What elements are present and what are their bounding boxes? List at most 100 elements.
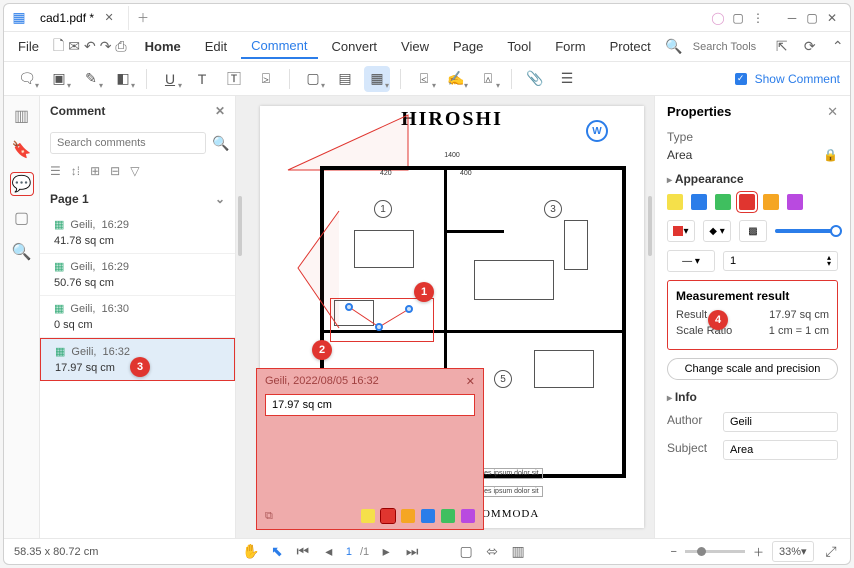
menu-convert[interactable]: Convert — [322, 35, 388, 58]
underline-tool[interactable]: U▾ — [157, 66, 183, 92]
add-tab-button[interactable]: ＋ — [129, 9, 157, 26]
popup-copy-icon[interactable]: ⧉ — [265, 510, 273, 523]
line-width-input[interactable]: 1▴▾ — [723, 251, 838, 271]
mail-icon[interactable]: ✉ — [68, 38, 80, 56]
swatch-yellow[interactable] — [667, 194, 683, 210]
menu-file[interactable]: File — [8, 35, 49, 58]
author-input[interactable]: Geili — [723, 412, 838, 432]
opacity-slider[interactable] — [775, 229, 838, 233]
highlight-tool[interactable]: ▣▾ — [46, 66, 72, 92]
filter-expand-icon[interactable]: ⊞ — [90, 164, 100, 178]
maximize-icon[interactable]: ▢ — [804, 11, 820, 25]
measure-selection[interactable] — [330, 298, 434, 342]
sync-icon[interactable]: ▢ — [730, 11, 746, 25]
thumbnails-icon[interactable]: ▥ — [10, 104, 34, 128]
filter-sort-icon[interactable]: ↕⁞ — [71, 164, 80, 178]
share-icon[interactable]: ⇱ — [773, 38, 791, 56]
eraser-tool[interactable]: ◧▾ — [110, 66, 136, 92]
first-page-icon[interactable]: ⏮ — [294, 543, 312, 561]
popup-swatch-blue[interactable] — [421, 509, 435, 523]
bookmarks-icon[interactable]: 🔖 — [10, 138, 34, 162]
stamp-tool[interactable]: ▤ — [332, 66, 358, 92]
swatch-blue[interactable] — [691, 194, 707, 210]
collapse-icon[interactable]: ⌃ — [829, 38, 847, 56]
sign-tool[interactable]: ✍▾ — [443, 66, 469, 92]
save-icon[interactable]: 🗋 — [53, 38, 64, 56]
note-tool[interactable]: 🗨▾ — [14, 66, 40, 92]
next-page-icon[interactable]: ▸ — [377, 543, 395, 561]
fit-width-icon[interactable]: ⬄ — [483, 543, 501, 561]
prop-appearance-section[interactable]: Appearance — [667, 172, 838, 186]
cloud-icon[interactable]: ◯ — [710, 11, 726, 25]
page-rail-icon[interactable]: ▢ — [10, 206, 34, 230]
search-tools-input[interactable] — [693, 41, 763, 53]
menu-form[interactable]: Form — [545, 35, 595, 58]
swatch-red[interactable] — [739, 194, 755, 210]
popup-close-icon[interactable]: ✕ — [466, 375, 475, 388]
search-rail-icon[interactable]: 🔍 — [10, 240, 34, 264]
comment-search-icon[interactable]: 🔍 — [212, 134, 229, 152]
properties-close-icon[interactable]: ✕ — [827, 104, 838, 120]
upload-icon[interactable]: ⟳ — [801, 38, 819, 56]
zoom-in-icon[interactable]: ＋ — [753, 544, 764, 560]
list-tool[interactable]: ☰ — [554, 66, 580, 92]
fullscreen-icon[interactable]: ⤢ — [822, 543, 840, 561]
zoom-slider[interactable] — [685, 550, 745, 553]
popup-swatch-yellow[interactable] — [361, 509, 375, 523]
last-page-icon[interactable]: ⏭ — [403, 543, 421, 561]
print-icon[interactable]: ⎙ — [115, 38, 126, 56]
change-scale-button[interactable]: Change scale and precision — [667, 358, 838, 380]
textbox-tool[interactable]: 🅃 — [221, 66, 247, 92]
close-window-icon[interactable]: ✕ — [824, 11, 840, 25]
comment-item[interactable]: ▦Geili,16:30 0 sq cm — [40, 296, 235, 338]
page-current[interactable]: 1 — [346, 546, 352, 558]
annotation-popup[interactable]: Geili, 2022/08/05 16:32 ✕ 17.97 sq cm ⧉ — [256, 368, 484, 530]
comment-item[interactable]: ▦Geili,16:29 50.76 sq cm — [40, 254, 235, 296]
lock-icon[interactable]: 🔒 — [823, 148, 838, 162]
line-style-drop[interactable]: — ▾ — [667, 250, 715, 272]
zoom-out-icon[interactable]: − — [671, 546, 677, 558]
swatch-purple[interactable] — [787, 194, 803, 210]
undo-icon[interactable]: ↶ — [84, 38, 96, 56]
stroke-color-drop[interactable]: ▾ — [667, 220, 695, 242]
pencil-tool[interactable]: ✎▾ — [78, 66, 104, 92]
hand-tool-icon[interactable]: ✋ — [242, 543, 260, 561]
menu-home[interactable]: Home — [135, 35, 191, 58]
subject-input[interactable]: Area — [723, 440, 838, 460]
select-tool-icon[interactable]: ⬉ — [268, 543, 286, 561]
filter-funnel-icon[interactable]: ▽ — [130, 164, 139, 178]
word-badge-icon[interactable]: W — [586, 120, 608, 142]
fill-color-drop[interactable]: ◆ ▾ — [703, 220, 731, 242]
layout-icon[interactable]: ▥ — [509, 543, 527, 561]
menu-edit[interactable]: Edit — [195, 35, 237, 58]
callout-tool[interactable]: ⍄ — [253, 66, 279, 92]
prev-page-icon[interactable]: ◂ — [320, 543, 338, 561]
menu-view[interactable]: View — [391, 35, 439, 58]
popup-value-input[interactable]: 17.97 sq cm — [265, 394, 475, 416]
measure-tool[interactable]: ▦▾ — [364, 66, 390, 92]
popup-swatch-red[interactable] — [381, 509, 395, 523]
comment-search-input[interactable] — [50, 132, 206, 154]
swatch-orange[interactable] — [763, 194, 779, 210]
menu-protect[interactable]: Protect — [600, 35, 661, 58]
menu-page[interactable]: Page — [443, 35, 493, 58]
redo-icon[interactable]: ↷ — [100, 38, 112, 56]
fit-page-icon[interactable]: ▢ — [457, 543, 475, 561]
minimize-icon[interactable]: ─ — [784, 11, 800, 25]
comment-panel-close-icon[interactable]: ✕ — [215, 104, 225, 118]
zoom-value[interactable]: 33% ▾ — [772, 541, 814, 562]
text-tool[interactable]: T — [189, 66, 215, 92]
scroll-indicator-right[interactable] — [648, 196, 652, 256]
more-icon[interactable]: ⋮ — [750, 11, 766, 25]
swatch-green[interactable] — [715, 194, 731, 210]
popup-swatch-green[interactable] — [441, 509, 455, 523]
prop-info-section[interactable]: Info — [667, 390, 838, 404]
attach-tool[interactable]: 📎 — [522, 66, 548, 92]
close-tab-icon[interactable]: ✕ — [100, 9, 118, 27]
stamp2-tool[interactable]: ⍃▾ — [411, 66, 437, 92]
menu-tool[interactable]: Tool — [497, 35, 541, 58]
filter-list-icon[interactable]: ☰ — [50, 164, 61, 178]
document-tab[interactable]: cad1.pdf * ✕ — [30, 6, 129, 30]
filter-collapse-icon[interactable]: ⊟ — [110, 164, 120, 178]
comment-page-header[interactable]: Page 1 ⌄ — [40, 186, 235, 212]
